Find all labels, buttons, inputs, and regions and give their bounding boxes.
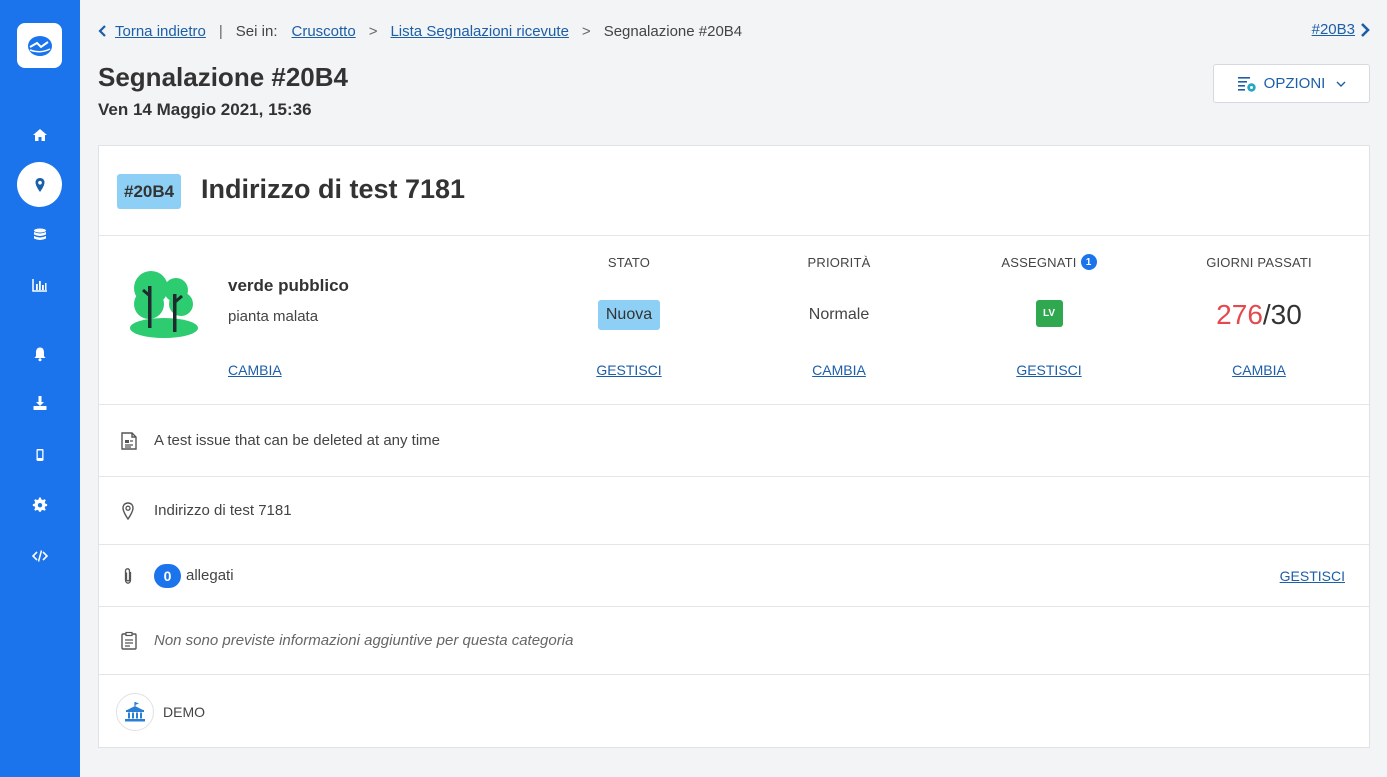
nav-notifications[interactable] [17, 331, 62, 376]
days-limit: /30 [1262, 299, 1302, 330]
municipality-icon [116, 692, 154, 731]
attachments-row: 0 allegati GESTISCI [99, 545, 1369, 607]
bell-icon [34, 347, 45, 361]
nav-home[interactable] [17, 112, 62, 157]
assignees-header-label: ASSEGNATI [1001, 254, 1077, 270]
breadcrumb-issue-list[interactable]: Lista Segnalazioni ricevute [390, 23, 568, 40]
nav-database[interactable] [17, 212, 62, 257]
status-header: STATO [607, 254, 651, 270]
organization-row: DEMO [99, 675, 1369, 748]
subcategory-name: pianta malata [228, 308, 319, 325]
issue-address: Indirizzo di test 7181 [154, 502, 292, 519]
issue-card: #20B4 Indirizzo di test 7181 verde pubbl… [98, 145, 1370, 748]
location-label: Sei in: [235, 22, 278, 40]
chart-icon [31, 278, 47, 292]
manage-assignees-link[interactable]: GESTISCI [1016, 362, 1081, 378]
nav-mobile[interactable] [17, 432, 62, 477]
extra-info-row: Non sono previste informazioni aggiuntiv… [99, 607, 1369, 675]
breadcrumb-dashboard[interactable]: Cruscotto [292, 23, 356, 40]
breadcrumb: Torna indietro | Sei in: Cruscotto > Lis… [98, 21, 742, 41]
map-pin-icon [35, 177, 44, 192]
document-icon [119, 431, 139, 451]
logo-icon [27, 35, 52, 56]
paperclip-icon [119, 566, 137, 586]
settings-list-icon [1237, 76, 1256, 92]
issue-header: #20B4 Indirizzo di test 7181 [99, 146, 1369, 236]
nav-stats[interactable] [17, 262, 62, 307]
app-logo[interactable] [17, 23, 62, 68]
priority-header: PRIORITÀ [807, 254, 871, 270]
issue-id-badge: #20B4 [117, 174, 182, 209]
status-badge: Nuova [597, 300, 661, 330]
chevron-left-icon[interactable] [98, 25, 107, 37]
mobile-icon [36, 448, 43, 461]
page-title: Segnalazione #20B4 [98, 62, 348, 92]
assignees-column: ASSEGNATI 1 LV GESTISCI [944, 254, 1154, 380]
attachments-label: allegati [186, 567, 234, 584]
change-deadline-link[interactable]: CAMBIA [1232, 362, 1286, 378]
days-elapsed-value: 276 [1216, 299, 1263, 330]
assignees-header: ASSEGNATI 1 [944, 254, 1154, 270]
next-issue-link[interactable]: #20B3 [1312, 21, 1355, 38]
tree-icon [130, 271, 198, 338]
change-category-link[interactable]: CAMBIA [228, 362, 282, 378]
days-elapsed: 276/30 [1216, 299, 1302, 331]
chevron-right-icon[interactable] [1360, 22, 1370, 37]
database-icon [33, 228, 46, 240]
change-priority-link[interactable]: CAMBIA [812, 362, 866, 378]
next-issue-nav[interactable]: #20B3 [1312, 21, 1370, 38]
page-date: Ven 14 Maggio 2021, 15:36 [98, 100, 312, 119]
description-row: A test issue that can be deleted at any … [99, 405, 1369, 477]
address-row: Indirizzo di test 7181 [99, 477, 1369, 545]
days-column: GIORNI PASSATI 276/30 CAMBIA [1154, 254, 1364, 380]
assignees-count-badge: 1 [1080, 254, 1097, 270]
issue-summary: verde pubblico pianta malata CAMBIA STAT… [99, 236, 1369, 405]
nav-download[interactable] [17, 380, 62, 425]
options-button[interactable]: OPZIONI [1213, 64, 1370, 103]
back-link[interactable]: Torna indietro [115, 23, 206, 40]
issue-title: Indirizzo di test 7181 [201, 174, 466, 204]
nav-map[interactable] [17, 162, 62, 207]
issue-description: A test issue that can be deleted at any … [154, 432, 441, 449]
gear-icon [32, 496, 47, 512]
breadcrumb-current: Segnalazione #20B4 [603, 22, 743, 40]
priority-value: Normale [808, 306, 870, 323]
options-label: OPZIONI [1263, 75, 1326, 92]
attachments-count-badge: 0 [154, 563, 181, 588]
location-pin-icon [119, 501, 137, 521]
category-name: verde pubblico [228, 276, 349, 295]
extra-info-text: Non sono previste informazioni aggiuntiv… [154, 632, 574, 649]
chevron-down-icon [1336, 81, 1346, 87]
days-header: GIORNI PASSATI [1206, 254, 1312, 270]
organization-name: DEMO [163, 703, 205, 720]
manage-status-link[interactable]: GESTISCI [596, 362, 661, 378]
clipboard-icon [119, 631, 139, 651]
code-icon [31, 549, 48, 562]
breadcrumb-separator: | [218, 22, 223, 40]
manage-attachments-link[interactable]: GESTISCI [1280, 568, 1345, 584]
download-icon [33, 395, 46, 410]
nav-developer[interactable] [17, 533, 62, 578]
breadcrumb-chevron: > [368, 22, 378, 40]
nav-settings[interactable] [17, 482, 62, 527]
assignee-avatar[interactable]: LV [1035, 299, 1063, 327]
status-column: STATO Nuova GESTISCI [524, 254, 734, 380]
priority-column: PRIORITÀ Normale CAMBIA [734, 254, 944, 380]
home-icon [32, 128, 47, 141]
breadcrumb-chevron: > [581, 22, 591, 40]
sidebar [0, 0, 80, 777]
